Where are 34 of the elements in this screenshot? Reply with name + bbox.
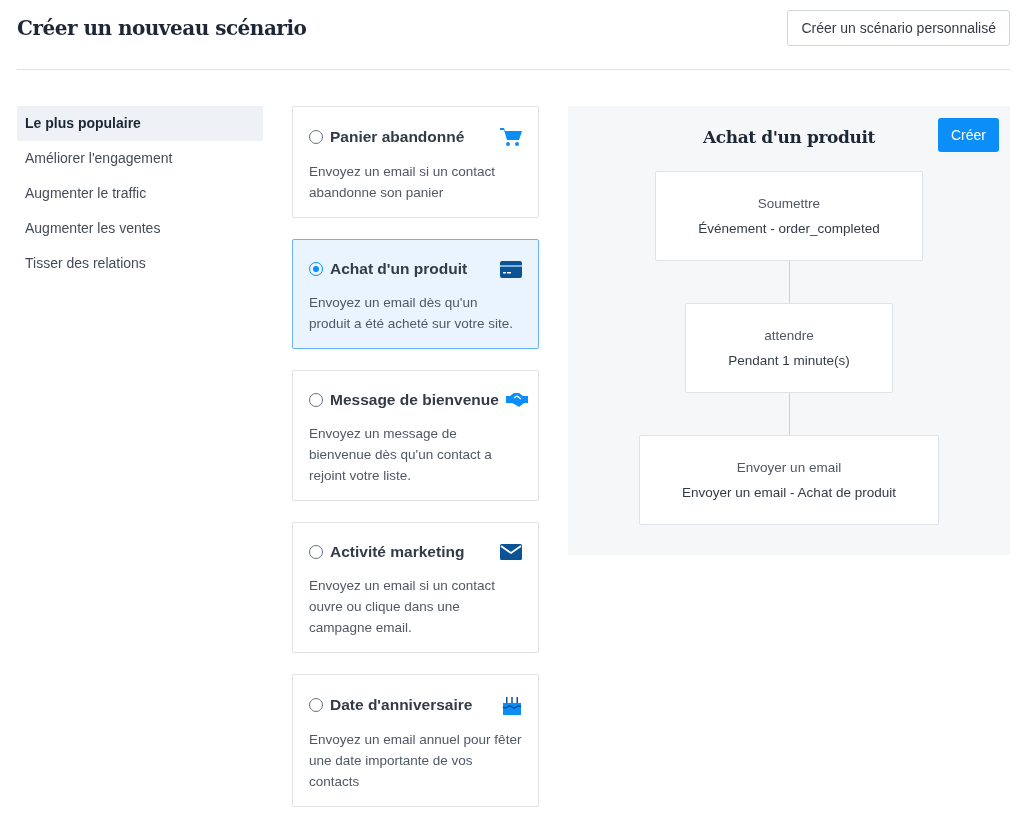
scenario-card[interactable]: Date d'anniversaire Envoyez un email annuel pour fêter une date importante de vos contacts <box>292 674 539 807</box>
scenario-title: Date d'anniversaire <box>330 696 474 714</box>
handshake-icon <box>505 393 528 407</box>
step-detail: Envoyer un email - Achat de produit <box>682 485 896 500</box>
page-title: Créer un nouveau scénario <box>17 16 307 40</box>
preview-title: Achat d'un produit <box>703 126 875 147</box>
custom-scenario-button[interactable]: Créer un scénario personnalisé <box>787 10 1010 46</box>
scenario-description: Envoyez un email si un contact abandonne son panier <box>309 163 497 202</box>
cart-icon <box>500 127 522 147</box>
envelope-icon <box>500 544 522 560</box>
step-type: Soumettre <box>756 196 822 211</box>
sidebar-item[interactable]: Le plus populaire <box>17 106 263 141</box>
sidebar-item[interactable]: Augmenter les ventes <box>17 211 263 246</box>
step-detail: Pendant 1 minute(s) <box>728 353 850 368</box>
scenario-title: Achat d'un produit <box>330 260 469 278</box>
scenario-card[interactable]: Activité marketing Envoyez un email si un contact ouvre ou clique dans une campagne email. <box>292 522 539 653</box>
credit-card-icon <box>500 260 522 278</box>
sidebar-item[interactable]: Augmenter le traffic <box>17 176 263 211</box>
sidebar-item[interactable]: Améliorer l'engagement <box>17 141 263 176</box>
step-type: attendre <box>763 328 815 343</box>
scenario-description: Envoyez un email annuel pour fêter une date importante de vos contacts <box>309 731 522 791</box>
scenario-description: Envoyez un message de bienvenue dès qu'un contact a rejoint votre liste. <box>309 425 493 485</box>
scenario-card[interactable]: Achat d'un produit Envoyez un email dès qu'un produit a été acheté sur votre site. <box>292 239 539 349</box>
step-detail: Événement - order_completed <box>698 221 880 236</box>
step-type: Envoyer un email <box>735 460 843 475</box>
scenario-title: Activité marketing <box>330 543 466 561</box>
sidebar-item[interactable]: Tisser des relations <box>17 246 263 281</box>
cake-icon <box>502 695 522 715</box>
scenario-description: Envoyez un email si un contact ouvre ou clique dans une campagne email. <box>309 577 497 637</box>
scenario-card[interactable]: Message de bienvenue Envoyez un message de bienvenue dès qu'un contact a rejoint votre liste. <box>292 370 539 501</box>
scenario-card[interactable]: Panier abandonné Envoyez un email si un contact abandonne son panier <box>292 106 539 218</box>
scenario-description: Envoyez un email dès qu'un produit a été acheté sur votre site. <box>309 294 515 333</box>
scenario-title: Panier abandonné <box>330 128 466 146</box>
scenario-title: Message de bienvenue <box>330 391 499 409</box>
